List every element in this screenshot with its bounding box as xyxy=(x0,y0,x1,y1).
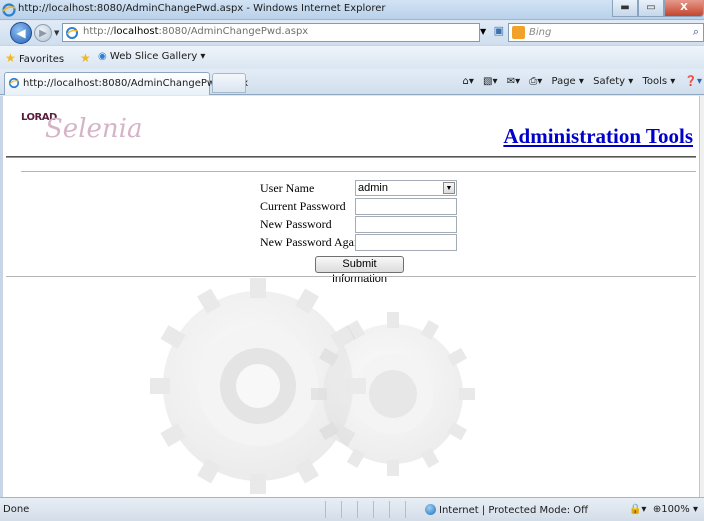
minimize-button[interactable]: ▬ xyxy=(612,0,638,17)
favorites-label: Favorites xyxy=(18,54,65,65)
zoom-icon: ⊕ xyxy=(652,504,662,515)
zoom-control[interactable]: 🔒▾ ⊕100% ▾ xyxy=(629,504,698,515)
search-input[interactable]: Bing ⌕ xyxy=(508,23,704,42)
bing-icon xyxy=(512,26,525,39)
new-password-label: New Password xyxy=(260,217,332,231)
search-icon[interactable]: ⌕ xyxy=(693,25,699,39)
page-menu[interactable]: Page ▾ xyxy=(552,76,584,87)
add-favorite-icon: ★ xyxy=(80,51,91,65)
web-slice-gallery-link[interactable]: ◉ Web Slice Gallery ▾ xyxy=(98,51,205,62)
chevron-down-icon[interactable]: ▼ xyxy=(443,182,455,194)
user-name-value: admin xyxy=(358,182,388,194)
back-button[interactable]: ◀ xyxy=(10,22,32,44)
safety-menu[interactable]: Safety ▾ xyxy=(593,76,633,87)
tools-menu[interactable]: Tools ▾ xyxy=(642,76,675,87)
ie-page-icon xyxy=(66,27,78,39)
globe-icon xyxy=(425,504,436,515)
protected-mode-icon: 🔒▾ xyxy=(628,504,647,515)
security-zone[interactable]: Internet | Protected Mode: Off xyxy=(425,504,588,516)
administration-tools-link[interactable]: Administration Tools xyxy=(503,124,693,149)
print-icon[interactable]: ⎙▾ xyxy=(529,76,542,87)
zoom-level: 100% xyxy=(661,504,690,515)
new-tab-button[interactable] xyxy=(212,73,246,93)
user-name-label: User Name xyxy=(260,181,315,195)
ie-page-icon: ◉ xyxy=(98,51,107,62)
command-bar: ⌂▾ ▧▾ ✉▾ ⎙▾ Page ▾ Safety ▾ Tools ▾ ❓▾ xyxy=(456,76,702,87)
status-panels xyxy=(325,501,421,518)
window-title: http://localhost:8080/AdminChangePwd.asp… xyxy=(18,3,386,14)
favorites-star-icon: ★ xyxy=(5,51,16,65)
address-input[interactable]: http://localhost:8080/AdminChangePwd.asp… xyxy=(62,23,480,42)
favorites-bar: ★ Favorites ★ ◉ Web Slice Gallery ▾ xyxy=(0,45,704,69)
logo-product: Selenia xyxy=(45,114,143,144)
status-text: Done xyxy=(3,504,30,515)
url-rest: :8080/AdminChangePwd.aspx xyxy=(158,26,309,37)
mail-icon[interactable]: ✉▾ xyxy=(507,76,520,87)
form-top-divider xyxy=(21,171,696,172)
favorites-button[interactable]: ★ Favorites xyxy=(5,51,64,65)
title-bar: http://localhost:8080/AdminChangePwd.asp… xyxy=(0,0,704,20)
forward-arrow-icon: ▶ xyxy=(39,28,47,39)
maximize-button[interactable]: ▭ xyxy=(638,0,664,17)
help-icon[interactable]: ❓▾ xyxy=(685,76,702,87)
zone-text: Internet | Protected Mode: Off xyxy=(439,505,589,516)
forward-button[interactable]: ▶ xyxy=(34,24,52,42)
url-host: localhost xyxy=(113,26,159,37)
user-name-select[interactable]: admin ▼ xyxy=(355,180,457,196)
page-content: LORAD Selenia Administration Tools User … xyxy=(0,96,699,497)
search-placeholder: Bing xyxy=(529,27,552,38)
address-dropdown-icon[interactable]: ▼ xyxy=(480,27,486,36)
recent-pages-dropdown-icon[interactable]: ▼ xyxy=(54,29,59,37)
header-divider xyxy=(6,156,696,158)
new-password-again-input[interactable] xyxy=(355,234,457,251)
web-slice-label: Web Slice Gallery ▾ xyxy=(109,51,206,62)
ie-logo-icon xyxy=(2,3,16,17)
tab-admin-change-pwd[interactable]: http://localhost:8080/AdminChangePwd.asp… xyxy=(4,72,248,95)
new-password-again-label: New Password Again xyxy=(260,235,364,249)
ie-page-icon xyxy=(8,77,20,89)
close-button[interactable]: X xyxy=(664,0,704,17)
back-arrow-icon: ◀ xyxy=(16,26,26,40)
url-prefix: http:// xyxy=(83,26,114,37)
current-password-input[interactable] xyxy=(355,198,457,215)
address-row: ◀ ▶ ▼ http://localhost:8080/AdminChangeP… xyxy=(0,21,704,45)
add-to-favorites-bar-button[interactable]: ★ xyxy=(80,51,91,65)
feeds-icon[interactable]: ▧▾ xyxy=(483,76,497,87)
home-icon[interactable]: ⌂▾ xyxy=(462,76,473,87)
compatibility-view-icon[interactable]: ▣ xyxy=(494,24,504,37)
new-password-input[interactable] xyxy=(355,216,457,233)
current-password-label: Current Password xyxy=(260,199,346,213)
tab-row: http://localhost:8080/AdminChangePwd.asp… xyxy=(0,69,704,95)
gears-background-image xyxy=(150,278,475,494)
status-bar: Done Internet | Protected Mode: Off 🔒▾ ⊕… xyxy=(0,497,704,521)
submit-information-button[interactable]: Submit Information xyxy=(315,256,404,285)
vertical-scrollbar[interactable] xyxy=(699,96,704,497)
